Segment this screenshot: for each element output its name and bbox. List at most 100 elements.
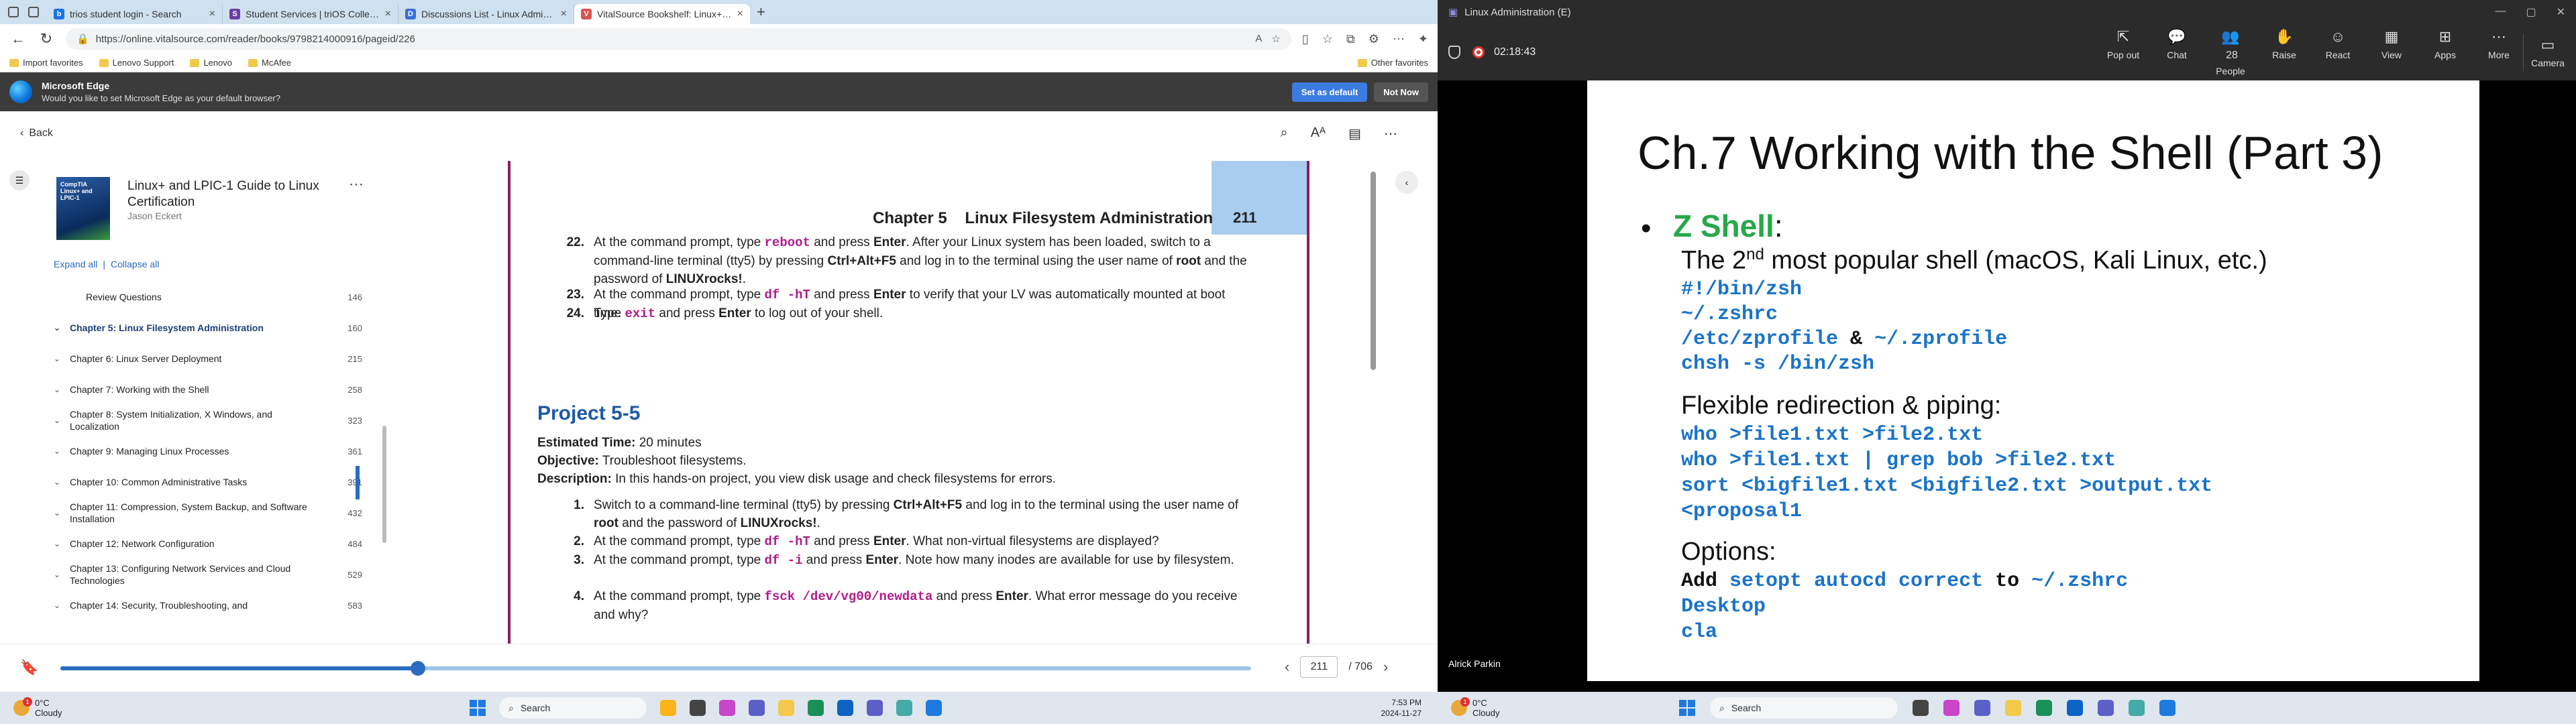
progress-knob[interactable] [410,661,425,676]
bookmark-icon[interactable]: 🔖 [20,659,38,676]
meeting-control-pop-out[interactable]: ⇱ Pop out [2106,28,2141,76]
chevron-down-icon[interactable]: ⌄ [54,385,70,394]
toc-item[interactable]: ⌄ Chapter 13: Configuring Network Service… [54,559,362,590]
teams-icon[interactable] [1974,700,1990,716]
page-input[interactable]: 211 [1300,656,1338,678]
file-explorer-icon[interactable] [2005,700,2021,716]
chevron-down-icon[interactable]: ⌄ [54,570,70,579]
url-field[interactable]: 🔒 https://online.vitalsource.com/reader/… [66,28,1291,50]
chevron-down-icon[interactable]: ⌄ [54,416,70,425]
toc-item[interactable]: ⌄ Chapter 9: Managing Linux Processes 361 [54,436,362,467]
edge-app-icon[interactable] [2036,700,2052,716]
chevron-down-icon[interactable]: ⌄ [54,508,70,518]
weather-widget[interactable]: 1 0°C Cloudy [0,697,241,718]
toc-item[interactable]: ⌄ Chapter 10: Common Administrative Tasks… [54,467,362,497]
page-scroll-thumb[interactable] [1371,172,1376,370]
set-default-button[interactable]: Set as default [1291,82,1368,102]
favorite-item[interactable]: Lenovo Support [99,58,174,68]
system-clock[interactable]: 7:53 PM 2024-11-27 [1381,697,1438,719]
widgets-icon[interactable] [660,700,676,716]
refresh-icon[interactable]: ↻ [38,30,55,48]
app-icon-2[interactable] [926,700,942,716]
back-arrow-icon[interactable]: ← [9,30,27,48]
shield-icon[interactable] [1448,46,1460,59]
close-tab-icon[interactable]: × [737,8,743,20]
weather-widget-right[interactable]: 1 0°C Cloudy [1438,697,1599,718]
favorite-item[interactable]: McAfee [248,58,291,68]
store-icon[interactable] [2067,700,2083,716]
toc-item[interactable]: ⌄ Chapter 14: Security, Troubleshooting, … [54,590,362,621]
teams-icon[interactable] [749,700,765,716]
chevron-down-icon[interactable]: ⌄ [54,323,70,333]
toc-scrollbar[interactable] [381,288,388,637]
toc-item[interactable]: ⌄ Chapter 5: Linux Filesystem Administrat… [54,312,362,343]
chevron-down-icon[interactable]: ⌄ [54,601,70,610]
app-icon[interactable] [2129,700,2145,716]
close-tab-icon[interactable]: × [385,8,391,20]
start-windows-icon[interactable] [470,700,486,716]
toc-item[interactable]: ⌄ Chapter 7: Working with the Shell 258 [54,374,362,405]
chevron-down-icon[interactable]: ⌄ [54,446,70,456]
collapse-all-link[interactable]: Collapse all [111,259,159,269]
camera-button[interactable]: ▭ Camera [2530,36,2565,68]
split-screen-icon[interactable]: ▯ [1302,32,1309,46]
add-note-icon[interactable]: ▤ [1348,125,1361,142]
toc-item[interactable]: ⌄ Chapter 8: System Initialization, X Win… [54,405,362,436]
edge-app-icon[interactable] [808,700,824,716]
store-icon[interactable] [837,700,853,716]
toc-item[interactable]: ⌄ Chapter 12: Network Configuration 484 [54,528,362,559]
meeting-control-chat[interactable]: 💬 Chat [2159,28,2194,76]
maximize-icon[interactable]: ▢ [2526,5,2536,19]
app-icon[interactable] [896,700,912,716]
meeting-control-people[interactable]: 👥 28 People [2213,28,2248,76]
more-options-icon[interactable]: ⋯ [1384,125,1397,142]
favorites-icon[interactable]: ☆ [1322,32,1333,46]
browser-menu-icon[interactable]: ⋯ [1393,32,1405,46]
copilot-app-icon[interactable] [1943,700,1960,716]
read-aloud-icon[interactable]: A [1255,33,1262,45]
meeting-control-raise[interactable]: ✋ Raise [2267,28,2302,76]
browser-tab[interactable]: V VitalSource Bookshelf: Linux+ an × [574,4,750,24]
chevron-down-icon[interactable]: ⌄ [54,354,70,363]
tab-actions-icon[interactable] [28,7,39,17]
close-tab-icon[interactable]: × [209,8,215,20]
chevron-down-icon[interactable]: ⌄ [54,477,70,487]
teams-meeting-icon[interactable] [867,700,883,716]
start-windows-icon[interactable] [1679,700,1695,716]
toc-item[interactable]: Review Questions 146 [54,282,362,312]
page-scrollbar[interactable] [1368,161,1378,644]
search-icon[interactable]: ⌕ [1280,125,1287,142]
recording-icon[interactable] [1472,46,1485,58]
back-button[interactable]: ‹ Back [20,127,53,139]
app-icon-2[interactable] [2159,700,2176,716]
copilot-icon[interactable]: ✦ [1418,32,1428,46]
book-more-icon[interactable]: ⋯ [349,176,365,193]
favorite-item[interactable]: Lenovo [190,58,232,68]
close-icon[interactable]: ✕ [2557,5,2565,19]
next-page-icon[interactable]: › [1383,658,1388,676]
copilot-app-icon[interactable] [719,700,735,716]
toc-item[interactable]: ⌄ Chapter 6: Linux Server Deployment 215 [54,343,362,374]
task-view-icon[interactable] [690,700,706,716]
page-progress-slider[interactable] [60,661,1251,676]
new-tab-icon[interactable]: + [757,3,765,21]
browser-tab[interactable]: b trios student login - Search × [47,4,223,24]
taskbar-search[interactable]: ⌕ Search [499,697,647,719]
toc-item[interactable]: ⌄ Chapter 11: Compression, System Backup,… [54,497,362,528]
close-tab-icon[interactable]: × [561,8,567,20]
favorite-star-icon[interactable]: ☆ [1271,33,1280,45]
text-size-icon[interactable]: Aᴬ [1311,125,1326,142]
minimize-icon[interactable]: — [2495,5,2506,19]
collections-icon[interactable]: ⧉ [1346,32,1355,46]
browser-tab[interactable]: S Student Services | triOS College × [223,4,398,24]
toc-scroll-thumb[interactable] [382,426,386,543]
other-favorites[interactable]: Other favorites [1357,58,1428,68]
extensions-icon[interactable]: ⚙ [1368,32,1379,46]
taskbar-search[interactable]: ⌕ Search [1710,697,1898,719]
file-explorer-icon[interactable] [778,700,794,716]
collapse-panel-icon[interactable]: ‹ [1395,171,1418,194]
teams-meeting-icon[interactable] [2098,700,2114,716]
expand-all-link[interactable]: Expand all [54,259,97,269]
task-view-icon[interactable] [1913,700,1929,716]
meeting-control-react[interactable]: ☺ React [2320,28,2355,76]
